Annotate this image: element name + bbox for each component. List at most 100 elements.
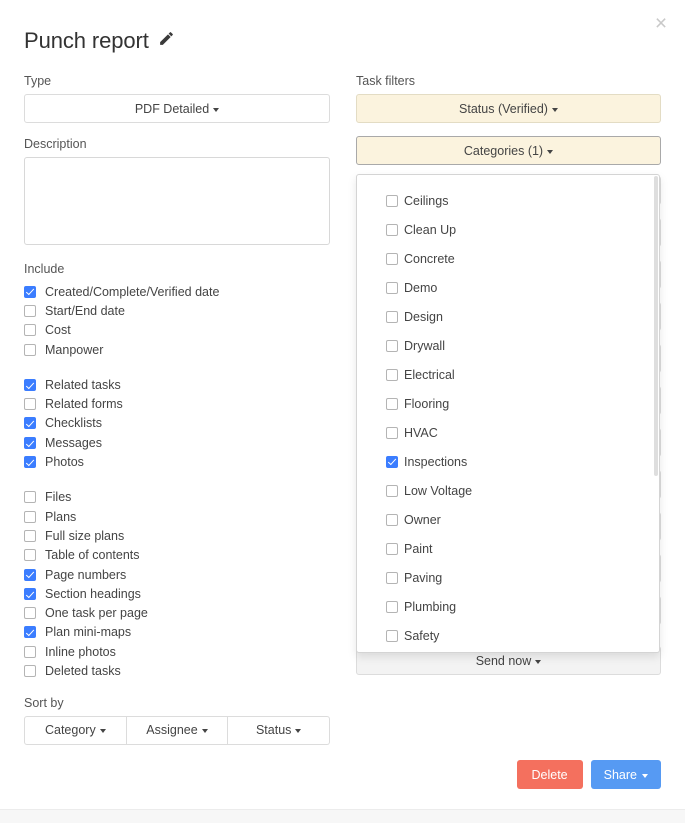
include-option-table-of-contents[interactable]: Table of contents bbox=[24, 546, 330, 565]
include-option-manpower[interactable]: Manpower bbox=[24, 340, 330, 359]
include-option-start-end-date[interactable]: Start/End date bbox=[24, 301, 330, 320]
checkbox-icon[interactable] bbox=[24, 379, 36, 391]
category-option-hvac[interactable]: HVAC bbox=[357, 418, 659, 447]
checkbox-icon[interactable] bbox=[386, 224, 398, 236]
checkbox-icon[interactable] bbox=[386, 456, 398, 468]
category-option-flooring[interactable]: Flooring bbox=[357, 389, 659, 418]
include-option-inline-photos[interactable]: Inline photos bbox=[24, 642, 330, 661]
sort-by-category-button[interactable]: Category bbox=[24, 716, 127, 745]
category-option-clean-up[interactable]: Clean Up bbox=[357, 215, 659, 244]
checkbox-icon[interactable] bbox=[24, 286, 36, 298]
checkbox-icon[interactable] bbox=[24, 511, 36, 523]
category-option-design[interactable]: Design bbox=[357, 302, 659, 331]
include-option-related-forms[interactable]: Related forms bbox=[24, 394, 330, 413]
type-label: Type bbox=[24, 74, 330, 88]
chevron-down-icon bbox=[100, 729, 106, 733]
checkbox-icon[interactable] bbox=[24, 417, 36, 429]
delete-button[interactable]: Delete bbox=[517, 760, 583, 789]
modal-header: Punch report bbox=[24, 28, 175, 54]
checkbox-icon[interactable] bbox=[386, 398, 398, 410]
checkbox-icon[interactable] bbox=[386, 514, 398, 526]
include-option-checklists[interactable]: Checklists bbox=[24, 414, 330, 433]
filter-status-button[interactable]: Status (Verified) bbox=[356, 94, 661, 123]
category-option-safety[interactable]: Safety bbox=[357, 621, 659, 650]
category-option-paint[interactable]: Paint bbox=[357, 534, 659, 563]
description-label: Description bbox=[24, 137, 330, 151]
checkbox-icon[interactable] bbox=[24, 456, 36, 468]
type-select[interactable]: PDF Detailed bbox=[24, 94, 330, 123]
checkbox-icon[interactable] bbox=[24, 437, 36, 449]
checkbox-icon[interactable] bbox=[386, 485, 398, 497]
include-option-plan-mini-maps[interactable]: Plan mini-maps bbox=[24, 623, 330, 642]
include-option-cost[interactable]: Cost bbox=[24, 321, 330, 340]
include-option-label: Plan mini-maps bbox=[45, 625, 131, 639]
checkbox-icon[interactable] bbox=[24, 607, 36, 619]
checkbox-icon[interactable] bbox=[24, 646, 36, 658]
category-option-owner[interactable]: Owner bbox=[357, 505, 659, 534]
categories-dropdown-scroll-area[interactable]: Ceilings Clean Up Concrete Demo Design D… bbox=[357, 175, 659, 652]
sort-by-assignee-button[interactable]: Assignee bbox=[127, 716, 229, 745]
category-option-label: HVAC bbox=[404, 426, 438, 440]
dropdown-scrollbar[interactable] bbox=[654, 176, 658, 653]
description-input[interactable] bbox=[24, 157, 330, 245]
checkbox-icon[interactable] bbox=[386, 630, 398, 642]
category-option-paving[interactable]: Paving bbox=[357, 563, 659, 592]
checkbox-icon[interactable] bbox=[24, 569, 36, 581]
checkbox-icon[interactable] bbox=[24, 626, 36, 638]
category-option-label: Demo bbox=[404, 281, 437, 295]
include-group-dates: Created/Complete/Verified date Start/End… bbox=[24, 282, 330, 359]
checkbox-icon[interactable] bbox=[386, 253, 398, 265]
include-option-label: Full size plans bbox=[45, 529, 124, 543]
checkbox-icon[interactable] bbox=[386, 572, 398, 584]
checkbox-icon[interactable] bbox=[24, 549, 36, 561]
category-option-label: Ceilings bbox=[404, 194, 448, 208]
checkbox-icon[interactable] bbox=[386, 427, 398, 439]
checkbox-icon[interactable] bbox=[386, 543, 398, 555]
include-option-photos[interactable]: Photos bbox=[24, 452, 330, 471]
checkbox-icon[interactable] bbox=[386, 311, 398, 323]
share-button[interactable]: Share bbox=[591, 760, 661, 789]
close-icon[interactable]: × bbox=[649, 12, 673, 36]
checkbox-icon[interactable] bbox=[24, 398, 36, 410]
sort-by-status-button[interactable]: Status bbox=[228, 716, 330, 745]
checkbox-icon[interactable] bbox=[24, 665, 36, 677]
checkbox-icon[interactable] bbox=[386, 369, 398, 381]
checkbox-icon[interactable] bbox=[24, 324, 36, 336]
include-group-layout: Files Plans Full size plans Table of con… bbox=[24, 488, 330, 681]
filter-categories-button[interactable]: Categories (1) bbox=[356, 136, 661, 165]
include-option-files[interactable]: Files bbox=[24, 488, 330, 507]
category-option-inspections[interactable]: Inspections bbox=[357, 447, 659, 476]
category-option-drywall[interactable]: Drywall bbox=[357, 331, 659, 360]
category-option-plumbing[interactable]: Plumbing bbox=[357, 592, 659, 621]
category-option-low-voltage[interactable]: Low Voltage bbox=[357, 476, 659, 505]
checkbox-icon[interactable] bbox=[386, 601, 398, 613]
checkbox-icon[interactable] bbox=[24, 491, 36, 503]
include-option-full-size-plans[interactable]: Full size plans bbox=[24, 526, 330, 545]
include-option-related-tasks[interactable]: Related tasks bbox=[24, 375, 330, 394]
checkbox-icon[interactable] bbox=[24, 305, 36, 317]
category-option-label: Paving bbox=[404, 571, 442, 585]
filter-categories-label: Categories (1) bbox=[464, 144, 543, 158]
include-option-page-numbers[interactable]: Page numbers bbox=[24, 565, 330, 584]
checkbox-icon[interactable] bbox=[24, 530, 36, 542]
include-option-section-headings[interactable]: Section headings bbox=[24, 584, 330, 603]
include-option-created-complete-verified-date[interactable]: Created/Complete/Verified date bbox=[24, 282, 330, 301]
pencil-icon[interactable] bbox=[158, 30, 175, 52]
checkbox-icon[interactable] bbox=[386, 195, 398, 207]
category-option-ceilings[interactable]: Ceilings bbox=[357, 186, 659, 215]
checkbox-icon[interactable] bbox=[386, 282, 398, 294]
include-option-messages[interactable]: Messages bbox=[24, 433, 330, 452]
category-option-electrical[interactable]: Electrical bbox=[357, 360, 659, 389]
category-option-demo[interactable]: Demo bbox=[357, 273, 659, 302]
include-option-deleted-tasks[interactable]: Deleted tasks bbox=[24, 661, 330, 680]
checkbox-icon[interactable] bbox=[24, 344, 36, 356]
type-select-value: PDF Detailed bbox=[135, 102, 209, 116]
category-option-concrete[interactable]: Concrete bbox=[357, 244, 659, 273]
include-option-plans[interactable]: Plans bbox=[24, 507, 330, 526]
include-option-one-task-per-page[interactable]: One task per page bbox=[24, 603, 330, 622]
include-option-label: Cost bbox=[45, 323, 71, 337]
checkbox-icon[interactable] bbox=[386, 340, 398, 352]
chevron-down-icon bbox=[295, 729, 301, 733]
dropdown-scrollbar-thumb[interactable] bbox=[654, 176, 658, 476]
checkbox-icon[interactable] bbox=[24, 588, 36, 600]
